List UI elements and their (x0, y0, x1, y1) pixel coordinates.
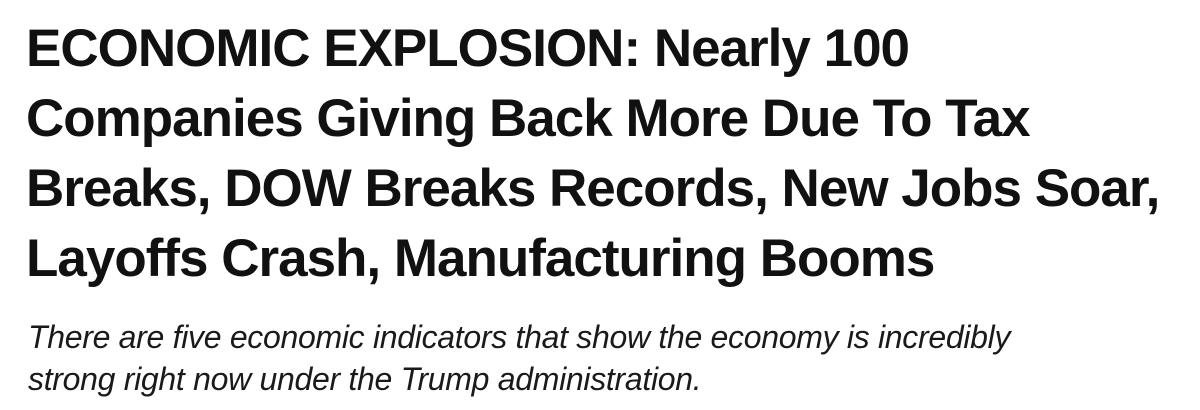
headline-line: Companies Giving Back More Due To Tax (26, 89, 1031, 148)
article-header: ECONOMIC EXPLOSION: Nearly 100 Companies… (26, 14, 1186, 400)
headline-line: Layoffs Crash, Manufacturing Booms (26, 229, 935, 288)
subheadline-line: strong right now under the Trump adminis… (28, 361, 702, 397)
article-subheadline: There are five economic indicators that … (28, 316, 1186, 400)
article-headline: ECONOMIC EXPLOSION: Nearly 100 Companies… (26, 14, 1186, 294)
headline-line: ECONOMIC EXPLOSION: Nearly 100 (26, 19, 910, 78)
subheadline-line: There are five economic indicators that … (28, 319, 1011, 355)
headline-line: Breaks, DOW Breaks Records, New Jobs Soa… (26, 159, 1160, 218)
